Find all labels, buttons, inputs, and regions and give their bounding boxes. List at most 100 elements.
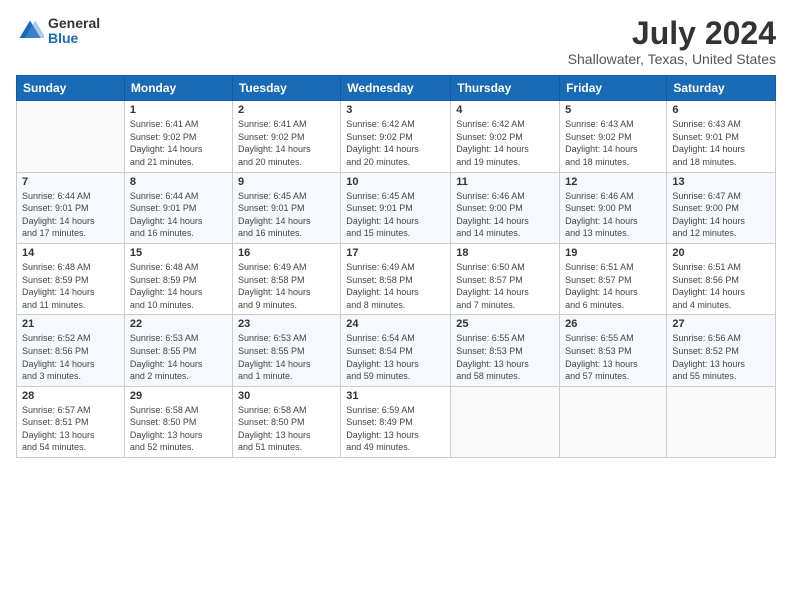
weekday-header: Sunday	[17, 76, 125, 101]
day-info: Sunrise: 6:46 AMSunset: 9:00 PMDaylight:…	[565, 190, 661, 240]
weekday-header: Friday	[560, 76, 667, 101]
day-number: 30	[238, 390, 335, 402]
calendar-cell	[17, 101, 125, 172]
day-number: 15	[130, 247, 227, 259]
day-info: Sunrise: 6:44 AMSunset: 9:01 PMDaylight:…	[130, 190, 227, 240]
day-info: Sunrise: 6:49 AMSunset: 8:58 PMDaylight:…	[346, 261, 445, 311]
day-info: Sunrise: 6:50 AMSunset: 8:57 PMDaylight:…	[456, 261, 554, 311]
calendar-cell: 18 Sunrise: 6:50 AMSunset: 8:57 PMDayligh…	[451, 243, 560, 314]
day-number: 5	[565, 104, 661, 116]
day-info: Sunrise: 6:41 AMSunset: 9:02 PMDaylight:…	[130, 118, 227, 168]
day-info: Sunrise: 6:42 AMSunset: 9:02 PMDaylight:…	[346, 118, 445, 168]
day-info: Sunrise: 6:41 AMSunset: 9:02 PMDaylight:…	[238, 118, 335, 168]
day-info: Sunrise: 6:51 AMSunset: 8:57 PMDaylight:…	[565, 261, 661, 311]
day-info: Sunrise: 6:59 AMSunset: 8:49 PMDaylight:…	[346, 404, 445, 454]
calendar-cell: 15 Sunrise: 6:48 AMSunset: 8:59 PMDayligh…	[124, 243, 232, 314]
day-number: 6	[672, 104, 770, 116]
calendar-cell: 1 Sunrise: 6:41 AMSunset: 9:02 PMDaylight…	[124, 101, 232, 172]
day-info: Sunrise: 6:43 AMSunset: 9:01 PMDaylight:…	[672, 118, 770, 168]
day-number: 31	[346, 390, 445, 402]
location: Shallowater, Texas, United States	[568, 51, 776, 67]
day-number: 4	[456, 104, 554, 116]
day-info: Sunrise: 6:57 AMSunset: 8:51 PMDaylight:…	[22, 404, 119, 454]
day-info: Sunrise: 6:47 AMSunset: 9:00 PMDaylight:…	[672, 190, 770, 240]
day-number: 9	[238, 176, 335, 188]
logo-icon	[16, 17, 44, 45]
calendar-cell: 21Sunrise: 6:52 AMSunset: 8:56 PMDayligh…	[17, 315, 125, 386]
calendar-cell: 13 Sunrise: 6:47 AMSunset: 9:00 PMDayligh…	[667, 172, 776, 243]
day-info: Sunrise: 6:48 AMSunset: 8:59 PMDaylight:…	[22, 261, 119, 311]
day-info: Sunrise: 6:45 AMSunset: 9:01 PMDaylight:…	[238, 190, 335, 240]
calendar-cell: 31 Sunrise: 6:59 AMSunset: 8:49 PMDayligh…	[341, 386, 451, 457]
day-number: 24	[346, 318, 445, 330]
calendar-cell: 22Sunrise: 6:53 AMSunset: 8:55 PMDayligh…	[124, 315, 232, 386]
calendar-cell: 16 Sunrise: 6:49 AMSunset: 8:58 PMDayligh…	[232, 243, 340, 314]
day-info: Sunrise: 6:54 AMSunset: 8:54 PMDaylight:…	[346, 332, 445, 382]
weekday-header: Wednesday	[341, 76, 451, 101]
day-number: 7	[22, 176, 119, 188]
calendar-cell: 6 Sunrise: 6:43 AMSunset: 9:01 PMDaylight…	[667, 101, 776, 172]
day-number: 29	[130, 390, 227, 402]
day-info: Sunrise: 6:53 AMSunset: 8:55 PMDaylight:…	[238, 332, 335, 382]
calendar-cell: 20 Sunrise: 6:51 AMSunset: 8:56 PMDayligh…	[667, 243, 776, 314]
logo-line1: General	[48, 16, 100, 31]
weekday-header: Monday	[124, 76, 232, 101]
day-number: 20	[672, 247, 770, 259]
day-info: Sunrise: 6:51 AMSunset: 8:56 PMDaylight:…	[672, 261, 770, 311]
day-number: 8	[130, 176, 227, 188]
calendar-cell: 19 Sunrise: 6:51 AMSunset: 8:57 PMDayligh…	[560, 243, 667, 314]
day-number: 12	[565, 176, 661, 188]
calendar-cell: 11 Sunrise: 6:46 AMSunset: 9:00 PMDayligh…	[451, 172, 560, 243]
calendar-cell	[451, 386, 560, 457]
calendar-cell: 17Sunrise: 6:49 AMSunset: 8:58 PMDayligh…	[341, 243, 451, 314]
calendar-cell: 3Sunrise: 6:42 AMSunset: 9:02 PMDaylight…	[341, 101, 451, 172]
calendar-cell: 4 Sunrise: 6:42 AMSunset: 9:02 PMDaylight…	[451, 101, 560, 172]
day-number: 11	[456, 176, 554, 188]
calendar-cell: 24 Sunrise: 6:54 AMSunset: 8:54 PMDayligh…	[341, 315, 451, 386]
day-info: Sunrise: 6:48 AMSunset: 8:59 PMDaylight:…	[130, 261, 227, 311]
calendar-cell: 29 Sunrise: 6:58 AMSunset: 8:50 PMDayligh…	[124, 386, 232, 457]
day-number: 22	[130, 318, 227, 330]
day-number: 19	[565, 247, 661, 259]
weekday-header: Saturday	[667, 76, 776, 101]
calendar-cell: 23Sunrise: 6:53 AMSunset: 8:55 PMDayligh…	[232, 315, 340, 386]
calendar-cell: 12 Sunrise: 6:46 AMSunset: 9:00 PMDayligh…	[560, 172, 667, 243]
day-number: 16	[238, 247, 335, 259]
logo-line2: Blue	[48, 31, 100, 46]
header: General Blue July 2024 Shallowater, Texa…	[16, 16, 776, 67]
calendar-cell: 25Sunrise: 6:55 AMSunset: 8:53 PMDayligh…	[451, 315, 560, 386]
calendar-cell: 14 Sunrise: 6:48 AMSunset: 8:59 PMDayligh…	[17, 243, 125, 314]
day-number: 10	[346, 176, 445, 188]
calendar-cell: 10Sunrise: 6:45 AMSunset: 9:01 PMDayligh…	[341, 172, 451, 243]
day-info: Sunrise: 6:58 AMSunset: 8:50 PMDaylight:…	[130, 404, 227, 454]
day-info: Sunrise: 6:42 AMSunset: 9:02 PMDaylight:…	[456, 118, 554, 168]
header-row: SundayMondayTuesdayWednesdayThursdayFrid…	[17, 76, 776, 101]
weekday-header: Thursday	[451, 76, 560, 101]
day-number: 1	[130, 104, 227, 116]
calendar-week-row: 1 Sunrise: 6:41 AMSunset: 9:02 PMDaylight…	[17, 101, 776, 172]
day-info: Sunrise: 6:46 AMSunset: 9:00 PMDaylight:…	[456, 190, 554, 240]
calendar-week-row: 14 Sunrise: 6:48 AMSunset: 8:59 PMDayligh…	[17, 243, 776, 314]
calendar-cell	[560, 386, 667, 457]
day-number: 25	[456, 318, 554, 330]
day-info: Sunrise: 6:49 AMSunset: 8:58 PMDaylight:…	[238, 261, 335, 311]
day-info: Sunrise: 6:43 AMSunset: 9:02 PMDaylight:…	[565, 118, 661, 168]
calendar-week-row: 21Sunrise: 6:52 AMSunset: 8:56 PMDayligh…	[17, 315, 776, 386]
day-info: Sunrise: 6:58 AMSunset: 8:50 PMDaylight:…	[238, 404, 335, 454]
calendar-cell	[667, 386, 776, 457]
weekday-header: Tuesday	[232, 76, 340, 101]
day-number: 18	[456, 247, 554, 259]
calendar-cell: 8 Sunrise: 6:44 AMSunset: 9:01 PMDaylight…	[124, 172, 232, 243]
calendar-cell: 30 Sunrise: 6:58 AMSunset: 8:50 PMDayligh…	[232, 386, 340, 457]
day-number: 21	[22, 318, 119, 330]
day-info: Sunrise: 6:56 AMSunset: 8:52 PMDaylight:…	[672, 332, 770, 382]
day-number: 27	[672, 318, 770, 330]
day-number: 14	[22, 247, 119, 259]
day-number: 28	[22, 390, 119, 402]
page: General Blue July 2024 Shallowater, Texa…	[0, 0, 792, 612]
day-number: 2	[238, 104, 335, 116]
day-number: 13	[672, 176, 770, 188]
calendar-cell: 2 Sunrise: 6:41 AMSunset: 9:02 PMDaylight…	[232, 101, 340, 172]
calendar-cell: 28 Sunrise: 6:57 AMSunset: 8:51 PMDayligh…	[17, 386, 125, 457]
title-area: July 2024 Shallowater, Texas, United Sta…	[568, 16, 776, 67]
